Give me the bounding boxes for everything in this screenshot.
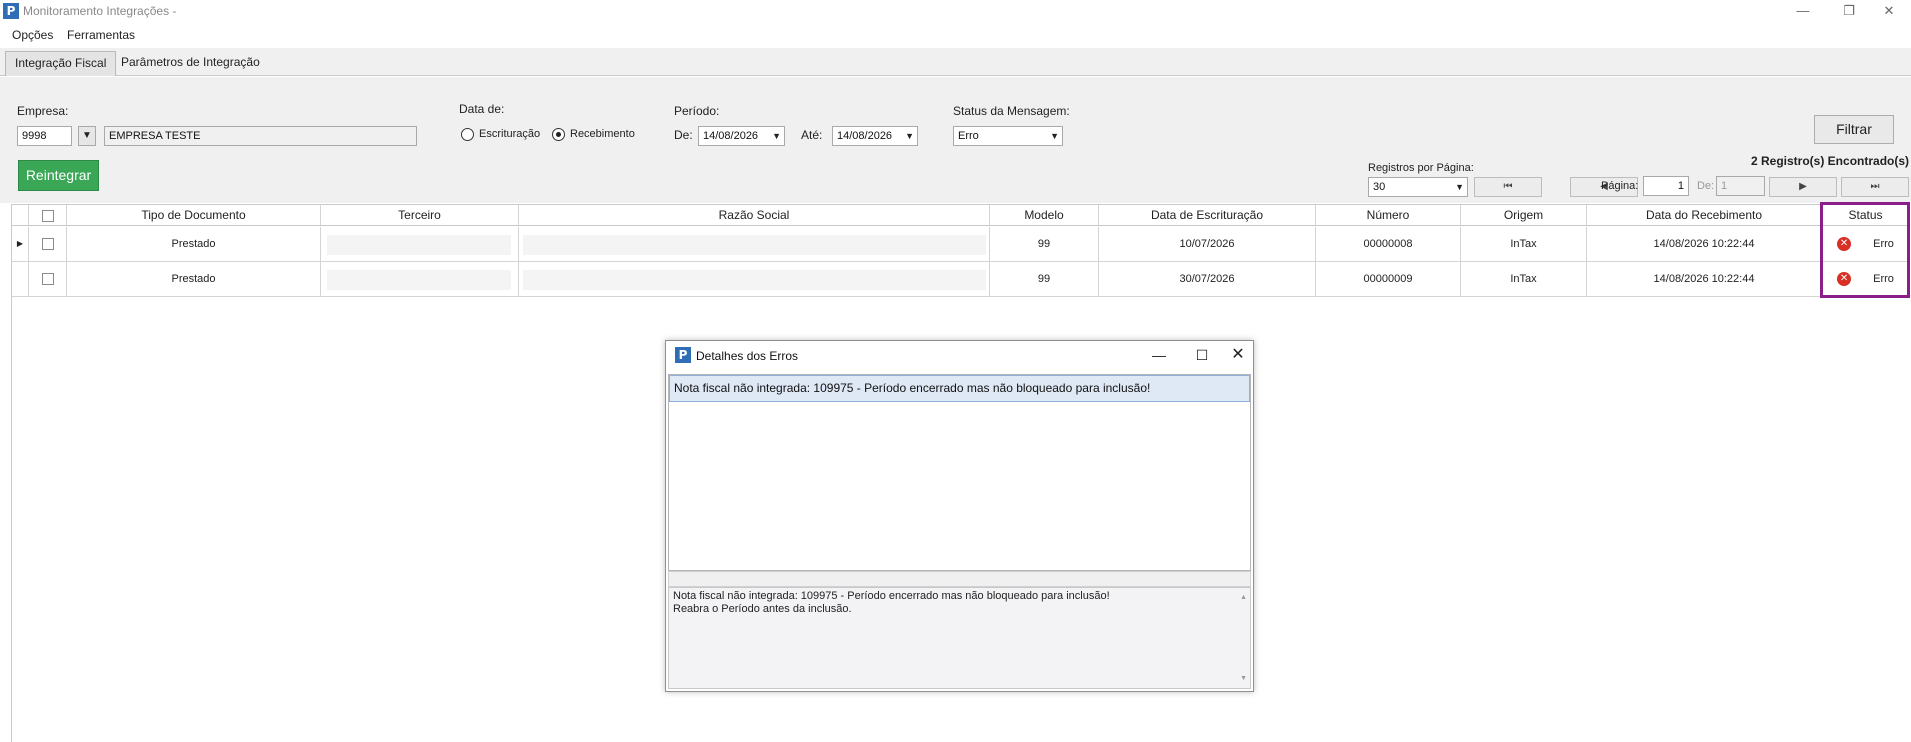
col-numero[interactable]: Número xyxy=(1316,205,1461,225)
menu-ferramentas[interactable]: Ferramentas xyxy=(67,28,135,42)
empresa-label: Empresa: xyxy=(17,104,69,118)
title-bar: P Monitoramento Integrações - — ❐ ✕ xyxy=(0,0,1911,22)
cell-terceiro xyxy=(321,262,519,296)
periodo-de-label: De: xyxy=(674,128,693,142)
dialog-close-icon[interactable]: ✕ xyxy=(1219,343,1257,367)
cell-modelo: 99 xyxy=(990,227,1099,261)
reintegrar-button[interactable]: Reintegrar xyxy=(18,160,99,191)
chevron-down-icon: ▼ xyxy=(1050,131,1059,141)
tab-integracao-fiscal[interactable]: Integração Fiscal xyxy=(5,51,117,76)
error-detail-line-2: Reabra o Período antes da inclusão. xyxy=(673,603,852,615)
app-logo-icon: P xyxy=(3,3,19,19)
chevron-down-icon: ▼ xyxy=(905,131,914,141)
dialog-maximize-icon[interactable]: ☐ xyxy=(1183,343,1221,367)
registros-por-pagina-value: 30 xyxy=(1373,181,1386,193)
periodo-ate-value: 14/08/2026 xyxy=(837,130,893,142)
chevron-down-icon: ▼ xyxy=(1455,182,1464,192)
menu-bar: Opções Ferramentas xyxy=(0,24,1911,46)
row-checkbox[interactable] xyxy=(29,227,67,261)
data-de-label: Data de: xyxy=(459,102,505,116)
col-data-recebimento[interactable]: Data do Recebimento xyxy=(1587,205,1822,225)
radio-recebimento[interactable] xyxy=(552,128,565,141)
col-terceiro[interactable]: Terceiro xyxy=(321,205,519,225)
grid-header: Tipo de Documento Terceiro Razão Social … xyxy=(12,204,1909,226)
error-detail-text[interactable]: Nota fiscal não integrada: 109975 - Perí… xyxy=(668,587,1251,689)
cell-modelo: 99 xyxy=(990,262,1099,296)
empresa-name-field: EMPRESA TESTE xyxy=(104,126,417,146)
cell-razao-social xyxy=(519,262,990,296)
table-row[interactable]: Prestado 99 30/07/2026 00000009 InTax 14… xyxy=(12,262,1909,297)
window-title: Monitoramento Integrações - xyxy=(23,4,177,18)
tab-bar: Integração Fiscal Parâmetros de Integraç… xyxy=(0,48,1911,76)
total-pages-field: 1 xyxy=(1716,176,1765,196)
empresa-code-input[interactable]: 9998 xyxy=(17,126,72,146)
close-icon[interactable]: ✕ xyxy=(1866,0,1911,22)
cell-data-escrituracao: 10/07/2026 xyxy=(1099,227,1316,261)
chevron-down-icon: ▼ xyxy=(772,131,781,141)
cell-origem: InTax xyxy=(1461,227,1587,261)
empresa-dropdown-button[interactable]: ▼ xyxy=(78,126,96,146)
col-modelo[interactable]: Modelo xyxy=(990,205,1099,225)
de-pages-label: De: xyxy=(1697,180,1715,192)
dialog-title: Detalhes dos Erros xyxy=(696,349,799,363)
minimize-icon[interactable]: — xyxy=(1780,0,1826,22)
row-indicator-icon: ▶ xyxy=(12,227,29,261)
status-mensagem-select[interactable]: Erro ▼ xyxy=(953,126,1063,146)
cell-tipo: Prestado xyxy=(67,262,321,296)
dialog-splitter[interactable] xyxy=(668,571,1251,587)
error-list: Nota fiscal não integrada: 109975 - Perí… xyxy=(668,374,1251,571)
cell-numero: 00000008 xyxy=(1316,227,1461,261)
dialog-app-icon: P xyxy=(675,347,691,363)
dialog-minimize-icon[interactable]: — xyxy=(1140,343,1178,367)
col-data-escrituracao[interactable]: Data de Escrituração xyxy=(1099,205,1316,225)
periodo-de-input[interactable]: 14/08/2026 ▼ xyxy=(698,126,785,146)
periodo-de-value: 14/08/2026 xyxy=(703,130,759,142)
cell-data-recebimento: 14/08/2026 10:22:44 xyxy=(1587,227,1822,261)
radio-escrituracao[interactable] xyxy=(461,128,474,141)
error-list-item[interactable]: Nota fiscal não integrada: 109975 - Perí… xyxy=(669,375,1250,402)
cell-razao-social xyxy=(519,227,990,261)
registros-por-pagina-label: Registros por Página: xyxy=(1368,162,1474,174)
status-mensagem-label: Status da Mensagem: xyxy=(953,104,1070,118)
cell-data-escrituracao: 30/07/2026 xyxy=(1099,262,1316,296)
row-checkbox[interactable] xyxy=(29,262,67,296)
periodo-label: Período: xyxy=(674,104,720,118)
registros-por-pagina-select[interactable]: 30 ▼ xyxy=(1368,177,1468,197)
first-page-icon[interactable]: ⏮ xyxy=(1474,177,1542,197)
error-details-dialog: P Detalhes dos Erros — ☐ ✕ Nota fiscal n… xyxy=(665,340,1254,692)
status-mensagem-value: Erro xyxy=(958,130,979,142)
cell-numero: 00000009 xyxy=(1316,262,1461,296)
cell-origem: InTax xyxy=(1461,262,1587,296)
row-indicator-header xyxy=(12,205,29,225)
pagina-input[interactable]: 1 xyxy=(1643,176,1689,196)
last-page-icon[interactable]: ⏭ xyxy=(1841,177,1909,197)
row-indicator xyxy=(12,262,29,296)
select-all-checkbox[interactable] xyxy=(29,205,67,225)
status-column-highlight xyxy=(1820,202,1910,298)
col-origem[interactable]: Origem xyxy=(1461,205,1587,225)
error-detail-line-1: Nota fiscal não integrada: 109975 - Perí… xyxy=(673,590,1110,602)
cell-terceiro xyxy=(321,227,519,261)
filtrar-button[interactable]: Filtrar xyxy=(1814,115,1894,144)
pagina-label: Página: xyxy=(1601,180,1639,192)
periodo-ate-label: Até: xyxy=(801,128,823,142)
radio-escrituracao-label: Escrituração xyxy=(479,128,541,140)
tab-parametros-integracao[interactable]: Parâmetros de Integração xyxy=(112,51,269,76)
menu-opcoes[interactable]: Opções xyxy=(12,28,53,42)
scroll-up-icon[interactable]: ▲ xyxy=(1240,591,1247,604)
radio-recebimento-label: Recebimento xyxy=(570,128,635,140)
periodo-ate-input[interactable]: 14/08/2026 ▼ xyxy=(832,126,918,146)
cell-data-recebimento: 14/08/2026 10:22:44 xyxy=(1587,262,1822,296)
col-tipo-documento[interactable]: Tipo de Documento xyxy=(67,205,321,225)
col-razao-social[interactable]: Razão Social xyxy=(519,205,990,225)
table-row[interactable]: ▶ Prestado 99 10/07/2026 00000008 InTax … xyxy=(12,227,1909,262)
cell-tipo: Prestado xyxy=(67,227,321,261)
records-found-count: 2 Registro(s) Encontrado(s) xyxy=(1751,154,1910,168)
scroll-down-icon[interactable]: ▼ xyxy=(1240,672,1247,685)
next-page-icon[interactable]: ▶ xyxy=(1769,177,1837,197)
